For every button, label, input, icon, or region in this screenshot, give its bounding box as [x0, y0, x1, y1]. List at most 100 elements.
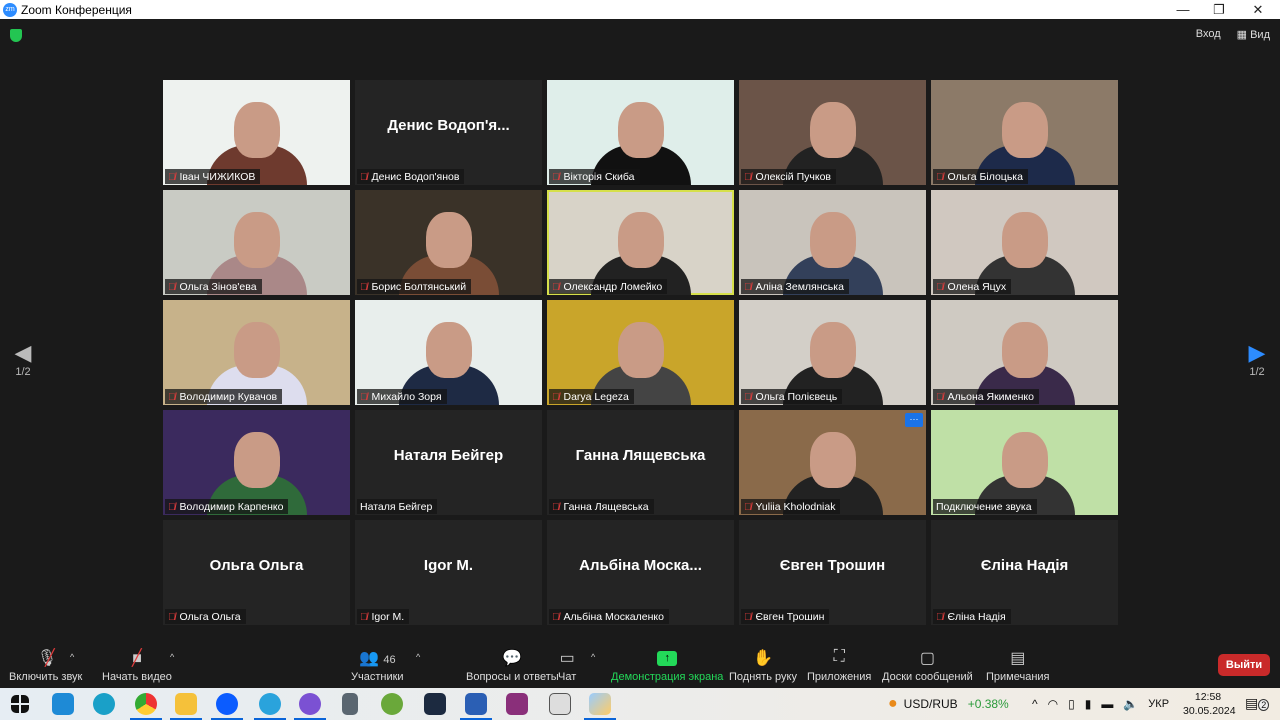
participant-tile[interactable]: 🎙̸ Володимир Карпенко: [163, 410, 350, 515]
participants-button[interactable]: 👥 46 Участники: [351, 648, 404, 683]
participant-tile[interactable]: Ганна Лящевська 🎙̸ Ганна Лящевська: [547, 410, 734, 515]
participant-tile[interactable]: 🎙̸ Іван ЧИЖИКОВ: [163, 80, 350, 185]
close-button[interactable]: ✕: [1240, 0, 1276, 19]
participant-tile[interactable]: 🎙̸ Олексій Пучков: [739, 80, 926, 185]
participant-video-face: [617, 322, 664, 378]
tray-overflow-chevron-icon[interactable]: ^: [1032, 697, 1038, 711]
participant-tile[interactable]: 🎙̸ Володимир Кувачов: [163, 300, 350, 405]
participant-tile[interactable]: 🎙̸ Альона Якименко: [931, 300, 1118, 405]
edge-icon[interactable]: [93, 693, 115, 715]
participant-tile[interactable]: 🎙̸ Михайло Зоря: [355, 300, 542, 405]
telegram-icon[interactable]: [254, 693, 286, 720]
share-screen-icon: ↑: [611, 648, 723, 668]
view-label: Вид: [1250, 29, 1270, 41]
participant-tile[interactable]: Денис Водоп'я... 🎙̸ Денис Водоп'янов: [355, 80, 542, 185]
leave-button[interactable]: Выйти: [1218, 654, 1270, 676]
audio-options-chevron-icon[interactable]: ^: [70, 652, 74, 662]
participant-tile[interactable]: Ольга Ольга 🎙̸ Ольга Ольга: [163, 520, 350, 625]
language-indicator[interactable]: УКР: [1148, 698, 1169, 710]
prev-page-button[interactable]: ◀ 1/2: [8, 340, 38, 378]
participants-chevron-icon[interactable]: ^: [416, 652, 420, 662]
winrar-icon[interactable]: [506, 693, 528, 715]
participant-name-label: 🎙̸ Єліна Надія: [933, 609, 1011, 624]
notes-button[interactable]: ▤ Примечания: [986, 648, 1050, 683]
utorrent-icon[interactable]: [381, 693, 403, 715]
volume-icon[interactable]: 🔈: [1123, 697, 1138, 711]
participant-tile[interactable]: 🎙̸ Борис Болтянський: [355, 190, 542, 295]
battery-icon[interactable]: ▬: [1101, 697, 1113, 711]
participant-name: Іван ЧИЖИКОВ: [179, 171, 256, 183]
whiteboards-button[interactable]: ▢ Доски сообщений: [882, 648, 973, 683]
participant-name-label: 🎙̸ Борис Болтянський: [357, 279, 472, 294]
participant-name-label: 🎙̸ Олександр Ломейко: [549, 279, 668, 294]
participant-tile[interactable]: Подключение звука: [931, 410, 1118, 515]
participant-video-face: [809, 432, 856, 488]
participant-name: Михайло Зоря: [371, 391, 442, 403]
paint-icon[interactable]: [584, 693, 616, 720]
share-screen-button[interactable]: ↑ Демонстрация экрана: [611, 648, 723, 683]
participant-name: Подключение звука: [936, 501, 1032, 513]
video-off-icon: ■╱: [131, 650, 142, 667]
vpn-icon[interactable]: [424, 693, 446, 715]
view-button[interactable]: ▦ Вид: [1237, 28, 1270, 41]
maximize-button[interactable]: ❐: [1201, 0, 1237, 19]
participant-display-name: Igor M.: [423, 557, 474, 574]
participant-video-face: [233, 322, 280, 378]
title-bar: zm Zoom Конференция — ❐ ✕: [0, 0, 1280, 19]
windows-start-icon[interactable]: [11, 695, 29, 713]
mail-icon[interactable]: [52, 693, 74, 715]
participant-tile[interactable]: 🎙̸ Аліна Землянська: [739, 190, 926, 295]
raise-hand-label: Поднять руку: [729, 671, 797, 683]
exit-fullscreen-button[interactable]: Вход: [1196, 28, 1221, 41]
participant-video-face: [233, 212, 280, 268]
participant-video-face: [1001, 102, 1048, 158]
participant-tile[interactable]: ··· 🎙̸ Yuliia Kholodniak: [739, 410, 926, 515]
file-explorer-icon[interactable]: [170, 693, 202, 720]
tile-more-options-button[interactable]: ···: [905, 413, 923, 427]
zoom-app-icon[interactable]: [211, 693, 243, 720]
word-icon[interactable]: [460, 693, 492, 720]
participant-tile[interactable]: 🎙̸ Вікторія Скиба: [547, 80, 734, 185]
clock[interactable]: 12:58 30.05.2024: [1183, 690, 1236, 718]
notifications-icon[interactable]: ▤ 2: [1245, 695, 1270, 712]
participant-name: Борис Болтянський: [371, 281, 467, 293]
participants-icon-wrap: 👥 46: [351, 648, 404, 668]
security-shield-icon[interactable]: [10, 29, 22, 42]
participant-tile[interactable]: 🎙̸ Darya Legeza: [547, 300, 734, 405]
participant-tile[interactable]: 🎙̸ Ольга Полієвець: [739, 300, 926, 405]
minimize-button[interactable]: —: [1165, 0, 1201, 19]
calendar-app-icon[interactable]: [549, 693, 571, 715]
participant-name: Денис Водоп'янов: [371, 171, 460, 183]
currency-ticker[interactable]: USD/RUB: [904, 697, 958, 711]
participant-tile[interactable]: 🎙̸ Ольга Зінов'ева: [163, 190, 350, 295]
participant-name: Олексій Пучков: [755, 171, 832, 183]
calculator-icon[interactable]: [342, 693, 358, 715]
mic-muted-icon: 🎙̸: [936, 171, 944, 183]
mic-muted-icon: 🎙̸: [744, 171, 752, 183]
participant-display-name: Ганна Лящевська: [575, 447, 706, 464]
participant-video-face: [809, 102, 856, 158]
participant-video-face: [809, 212, 856, 268]
participant-tile[interactable]: Альбіна Моска... 🎙̸ Альбіна Москаленко: [547, 520, 734, 625]
participant-tile[interactable]: 🎙̸ Олександр Ломейко: [547, 190, 734, 295]
start-video-button[interactable]: ■╱ Начать видео: [102, 648, 172, 683]
participant-tile[interactable]: 🎙̸ Ольга Білоцька: [931, 80, 1118, 185]
chat-button[interactable]: ▭ Чат: [558, 648, 576, 683]
microphone-icon[interactable]: ▮: [1085, 697, 1092, 711]
next-page-button[interactable]: ▶ 1/2: [1242, 340, 1272, 378]
participant-tile[interactable]: Наталя Бейгер Наталя Бейгер: [355, 410, 542, 515]
chrome-icon[interactable]: [130, 693, 162, 720]
participant-tile[interactable]: Igor M. 🎙̸ Igor M.: [355, 520, 542, 625]
participant-tile[interactable]: Єліна Надія 🎙̸ Єліна Надія: [931, 520, 1118, 625]
wifi-icon[interactable]: ◠: [1048, 697, 1058, 711]
qa-button[interactable]: 💬 Вопросы и ответы: [466, 648, 559, 683]
participant-name-label: 🎙̸ Ольга Ольга: [165, 609, 246, 624]
viber-icon[interactable]: [294, 693, 326, 720]
chat-chevron-icon[interactable]: ^: [591, 652, 595, 662]
raise-hand-button[interactable]: ✋ Поднять руку: [729, 648, 797, 683]
participant-tile[interactable]: Євген Трошин 🎙̸ Євген Трошин: [739, 520, 926, 625]
participant-tile[interactable]: 🎙̸ Олена Яцух: [931, 190, 1118, 295]
video-options-chevron-icon[interactable]: ^: [170, 652, 174, 662]
apps-button[interactable]: ⛶ Приложения: [807, 648, 871, 683]
camera-icon[interactable]: ▯: [1068, 697, 1075, 711]
